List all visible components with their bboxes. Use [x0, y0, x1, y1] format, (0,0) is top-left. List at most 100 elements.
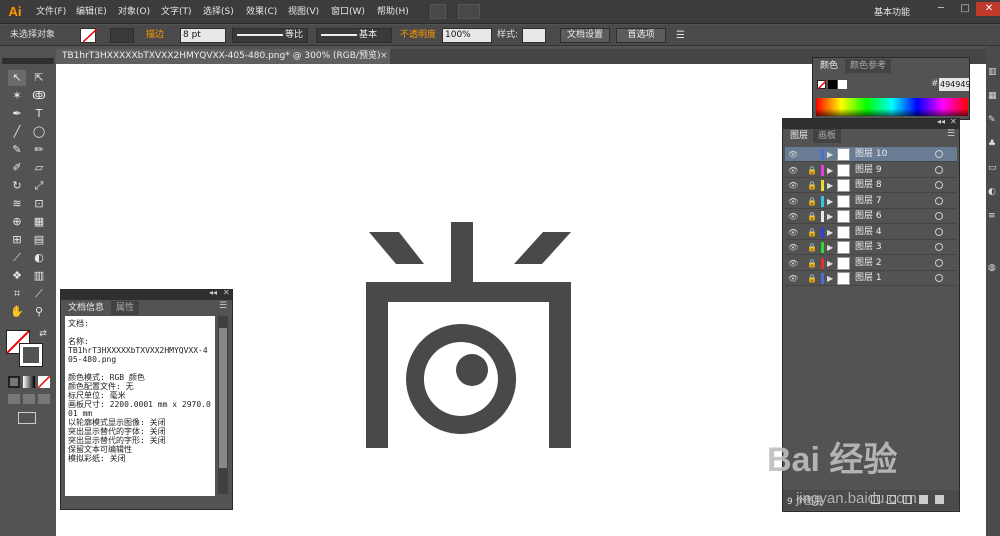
target-circle-icon[interactable] [935, 258, 943, 267]
direct-selection-tool-icon[interactable]: ⇱ [30, 70, 48, 86]
target-circle-icon[interactable] [935, 243, 943, 251]
lock-icon[interactable]: 🔒 [807, 166, 817, 175]
tab-color-guide[interactable]: 颜色参考 [845, 59, 892, 73]
gradient-panel-icon[interactable]: ◍ [988, 262, 1000, 274]
style-swatch[interactable] [522, 28, 546, 43]
no-color-swatch[interactable] [817, 80, 827, 90]
shape-builder-tool-icon[interactable]: ⊕ [8, 214, 26, 230]
scale-tool-icon[interactable]: ⤢ [30, 178, 48, 194]
target-circle-icon[interactable] [935, 150, 943, 158]
lock-icon[interactable]: 🔒 [807, 212, 817, 221]
panel-menu-icon[interactable]: ☰ [219, 301, 227, 311]
draw-behind-icon[interactable] [23, 394, 35, 404]
visibility-eye-icon[interactable]: 👁 [788, 243, 800, 252]
menu-select[interactable]: 选择(S) [203, 5, 234, 19]
delete-layer-icon[interactable] [935, 495, 944, 504]
logo-right-slash[interactable] [514, 232, 571, 264]
layer-name[interactable]: 图层 2 [855, 257, 882, 270]
layer-row[interactable]: 👁 ▶ 图层 10 [785, 147, 957, 162]
symbols-icon[interactable]: ♣ [988, 138, 1000, 150]
width-tool-icon[interactable]: ≋ [8, 196, 26, 212]
blob-brush-tool-icon[interactable]: ✐ [8, 160, 26, 176]
document-setup-button[interactable]: 文档设置 [560, 28, 610, 43]
perspective-grid-tool-icon[interactable]: ▦ [30, 214, 48, 230]
layer-name[interactable]: 图层 4 [855, 226, 882, 239]
scrollbar-thumb[interactable] [219, 328, 227, 468]
minimize-button[interactable]: ─ [928, 2, 954, 16]
layer-name[interactable]: 图层 3 [855, 241, 882, 254]
close-panel-icon[interactable]: ✕ [223, 288, 230, 297]
menu-window[interactable]: 窗口(W) [331, 5, 365, 19]
layer-name[interactable]: 图层 10 [855, 148, 887, 161]
layer-row[interactable]: 👁 🔒 ▶ 图层 3 [785, 240, 957, 255]
expand-arrow-icon[interactable]: ▶ [827, 242, 833, 253]
layer-name[interactable]: 图层 8 [855, 179, 882, 192]
draw-normal-icon[interactable] [8, 394, 20, 404]
menu-effect[interactable]: 效果(C) [246, 5, 277, 19]
panel-menu-icon[interactable]: ☰ [676, 28, 685, 43]
expand-arrow-icon[interactable]: ▶ [827, 227, 833, 238]
layer-row[interactable]: 👁 🔒 ▶ 图层 4 [785, 225, 957, 240]
swap-colors-icon[interactable]: ⇄ [34, 326, 52, 342]
gradient-mode-icon[interactable] [23, 376, 35, 388]
lasso-tool-icon[interactable]: ↂ [30, 88, 48, 104]
variable-width-profile[interactable]: 等比 [232, 28, 308, 43]
visibility-eye-icon[interactable]: 👁 [788, 197, 800, 206]
free-transform-tool-icon[interactable]: ⊡ [30, 196, 48, 212]
collapse-panel-icon[interactable]: ◂◂ [209, 288, 217, 297]
opacity-field[interactable]: 100% [442, 28, 492, 43]
maximize-button[interactable]: □ [952, 2, 978, 16]
draw-inside-icon[interactable] [38, 394, 50, 404]
none-mode-icon[interactable] [37, 375, 51, 389]
target-circle-icon[interactable] [935, 274, 943, 282]
appearance-icon[interactable]: ▥ [988, 66, 1000, 78]
pen-tool-icon[interactable]: ✒ [8, 106, 26, 122]
line-tool-icon[interactable]: ╱ [8, 124, 26, 140]
expand-arrow-icon[interactable]: ▶ [827, 165, 833, 176]
menu-object[interactable]: 对象(O) [118, 5, 150, 19]
gradient-tool-icon[interactable]: ▤ [30, 232, 48, 248]
lock-icon[interactable]: 🔒 [807, 197, 817, 206]
layer-name[interactable]: 图层 6 [855, 210, 882, 223]
visibility-eye-icon[interactable]: 👁 [788, 259, 800, 268]
menu-file[interactable]: 文件(F) [36, 5, 66, 19]
visibility-eye-icon[interactable]: 👁 [788, 181, 800, 190]
preferences-button[interactable]: 首选项 [616, 28, 666, 43]
lock-icon[interactable]: 🔒 [807, 259, 817, 268]
eraser-tool-icon[interactable]: ▱ [30, 160, 48, 176]
brush-definition[interactable]: 基本 [316, 28, 392, 43]
close-panel-icon[interactable]: ✕ [950, 117, 957, 126]
type-tool-icon[interactable]: T [30, 106, 48, 122]
stroke-panel-icon[interactable]: ≡ [988, 210, 1000, 222]
logo-artwork[interactable] [366, 220, 576, 450]
target-circle-icon[interactable] [935, 196, 943, 205]
layer-row[interactable]: 👁 🔒 ▶ 图层 8 [785, 178, 957, 193]
rotate-tool-icon[interactable]: ↻ [8, 178, 26, 194]
layer-row[interactable]: 👁 🔒 ▶ 图层 9 [785, 163, 957, 178]
create-new-layer-icon[interactable] [919, 495, 928, 504]
opacity-label[interactable]: 不透明度 [400, 28, 436, 43]
magic-wand-tool-icon[interactable]: ✶ [8, 88, 26, 104]
expand-arrow-icon[interactable]: ▶ [827, 149, 833, 160]
visibility-eye-icon[interactable]: 👁 [788, 228, 800, 237]
tab-color[interactable]: 颜色 [815, 59, 844, 73]
artboard-tool-icon[interactable]: ⌗ [8, 286, 26, 302]
hand-tool-icon[interactable]: ✋ [8, 304, 26, 320]
graph-tool-icon[interactable]: ▥ [30, 268, 48, 284]
swatches-icon[interactable]: ▦ [988, 90, 1000, 102]
symbol-sprayer-tool-icon[interactable]: ❖ [8, 268, 26, 284]
layer-row[interactable]: 👁 🔒 ▶ 图层 1 [785, 271, 957, 286]
logo-center-bar[interactable] [451, 222, 473, 284]
doc-info-scrollbar[interactable] [218, 316, 228, 494]
paintbrush-tool-icon[interactable]: ✎ [8, 142, 26, 158]
ellipse-tool-icon[interactable]: ◯ [30, 124, 48, 140]
white-swatch[interactable] [838, 80, 847, 89]
pencil-tool-icon[interactable]: ✏ [30, 142, 48, 158]
stroke-label[interactable]: 描边 [146, 28, 164, 43]
menu-view[interactable]: 视图(V) [288, 5, 319, 19]
layer-row[interactable]: 👁 🔒 ▶ 图层 6 [785, 209, 957, 224]
target-circle-icon[interactable] [935, 165, 943, 174]
layer-row[interactable]: 👁 🔒 ▶ 图层 7 [785, 194, 957, 209]
stroke-swatch[interactable] [110, 28, 134, 43]
expand-arrow-icon[interactable]: ▶ [827, 273, 833, 284]
